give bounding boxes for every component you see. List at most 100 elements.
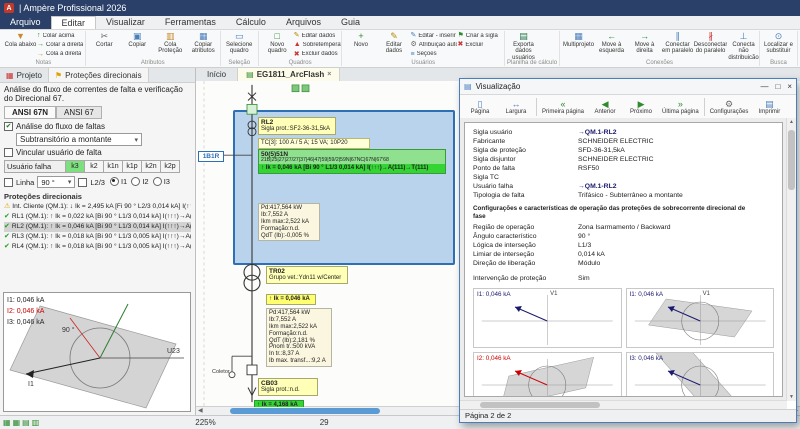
angle-select[interactable]: 90 ° [37,176,75,188]
viewer-horizontal-scrollbar[interactable] [460,400,787,409]
viewer-toolbar-button[interactable]: ◀ Anterior [587,98,623,116]
ribbon-tab[interactable]: Editar [51,16,97,29]
transformer-note-box[interactable]: TR02 Grupo vet.:Ydn11 w/Center [266,266,348,284]
ribbon-tab[interactable]: Cálculo [226,16,276,29]
ribbon-button[interactable]: ⚙ Atribuição automática [410,40,457,49]
fault-type-cell[interactable]: k2 [85,160,104,173]
ribbon-button[interactable]: ≡ Seções [410,50,457,59]
current-radio[interactable]: I2 [131,177,148,186]
ribbon-button[interactable]: ✎ Editar dados [377,31,410,59]
viewer-vertical-scrollbar[interactable]: ▲ ▼ [786,118,796,401]
ribbon-button[interactable]: □ Novo quadro [261,31,294,59]
ribbon-button[interactable]: ✎ Editar - inserir [410,31,457,40]
ribbon-button[interactable]: ∥ Conectar em paralelo [661,31,694,59]
viewer-toolbar-button[interactable]: ↔ Largura [498,98,534,116]
scrollbar-thumb[interactable] [788,130,795,190]
breaker-note-box[interactable]: CB03 Sigla prot.:n.d. [258,378,318,396]
close-button[interactable]: × [787,82,792,91]
protection-list-item[interactable]: ✔ RL3 (QM.1): ↑ Ik = 0,018 kA [Bi 90 ° L… [4,232,191,242]
ribbon-button[interactable]: ⚑ Criar a sigla [457,31,504,40]
panel-tab[interactable]: ▦ Projeto [0,68,48,82]
minimize-button[interactable]: — [760,82,768,91]
breaker-tag: CB03 [261,380,315,387]
protection-list-item[interactable]: ✔ RL1 (QM.1): ↑ Ik = 0,022 kA [Bi 90 ° L… [4,212,191,222]
fault-type-cell[interactable]: k2n [142,160,161,173]
ribbon-button[interactable]: ↑ Colar acima [37,31,84,40]
transformer-fault-current-box[interactable]: ↑ Ik = 0,046 kA [266,294,316,305]
flow-source-select[interactable]: Subtransitório a montante [16,133,142,146]
document-tab[interactable]: ▤ EG1811_ArcFlash × [238,68,340,81]
load-data-box[interactable]: Pd:417,564 kWIb:7,552 AIkm max:2,522 kAF… [258,203,320,241]
l23-checkbox[interactable] [78,178,87,187]
ribbon-button[interactable]: ▣ Copiar [121,31,154,59]
ribbon-tab[interactable]: Arquivo [0,16,51,29]
ct-note-box[interactable]: TC[3]: 100 A / 5 A; 15 VA; 10P20 [258,138,370,149]
ribbon-button[interactable]: + Novo [344,31,377,59]
ribbon-button[interactable]: ⊥ Conecta não distribuição [727,31,760,59]
ribbon-button[interactable]: ▦ Copiar atributos [187,31,220,59]
ribbon-button[interactable]: ▼ Cola abaixo [4,31,37,59]
ribbon-button[interactable]: ← Move à esquerda [595,31,628,59]
current-radio[interactable]: I1 [110,177,127,186]
ribbon-button[interactable]: ▲ Sobretemperatura [294,40,341,49]
scroll-down-icon[interactable]: ▼ [787,394,796,400]
viewer-toolbar-button[interactable]: » Última página [659,98,702,116]
panel-tab[interactable]: ⚑ Proteções direcionais [48,68,149,82]
scrollbar-thumb[interactable] [480,402,600,408]
ribbon-button[interactable]: ∦ Desconectar do paralelo [694,31,727,59]
ribbon-button[interactable]: ⊙ Localizar e substituir [762,31,795,59]
protection-list-item[interactable]: ⚠ Int. Cliente (QM.1): ↓ Ik = 2,495 kA [… [4,202,191,212]
fault-type-cell[interactable]: k1n [104,160,123,173]
viewer-toolbar-button[interactable]: ▶ Próximo [623,98,659,116]
ribbon-tab[interactable]: Arquivos [276,16,331,29]
panel-tab-icon: ⚑ [55,69,62,82]
ansi-tab[interactable]: ANSI 67 [56,106,102,119]
viewer-toolbar-button[interactable]: ⚙ Configurações [704,98,752,116]
relay-note-box[interactable]: RL2 Sigla prot.:SF2-36-31,5kA [258,117,336,135]
ribbon-button[interactable]: ✎ Editar dados [294,31,341,40]
ribbon-button[interactable]: → Cola à direita [37,50,84,59]
transformer-load-data-box[interactable]: Pd:417,564 kWIb:7,552 AIkm max:2,522 kAF… [266,308,332,367]
ansi-tab[interactable]: ANSI 67N [4,106,56,119]
viewer-titlebar[interactable]: ▤ Visualização — □ × [460,79,796,95]
fault-flow-checkbox[interactable]: Análise do fluxo de faltas [4,122,191,131]
link-fault-user-checkbox[interactable]: Vincular usuário de falta [4,148,191,157]
scroll-left-icon[interactable]: ◀ [198,407,203,415]
viewer-toolbar-button[interactable]: ▤ Imprimir [751,98,787,116]
breaker-fault-current-box[interactable]: ↑ Ik = 4,168 kA [254,400,304,407]
ribbon-button[interactable]: ✖ Excluir [457,40,504,49]
ribbon-button[interactable]: ▥ Cola Proteção [154,31,187,59]
document-tab[interactable]: Início [196,68,238,81]
ribbon-button[interactable]: → Move à direita [628,31,661,59]
ribbon-button[interactable]: ▭ Selecione quadro [223,31,256,59]
ribbon-tab[interactable]: Visualizar [96,16,155,29]
view-mode-icon[interactable]: ▦ [3,418,11,427]
ribbon-tab[interactable]: Guia [331,16,370,29]
tab-close-icon[interactable]: × [327,69,331,81]
ribbon-button[interactable]: ▦ Multiprojeto [562,31,595,59]
ribbon-button[interactable]: ▤ Exporta dados usuários [507,31,540,59]
line-checkbox[interactable] [4,178,13,187]
protection-list-item[interactable]: ✔ RL2 (QM.1): ↑ Ik = 0,046 kA [Bi 90 ° L… [4,222,191,232]
view-mode-icon[interactable]: ▤ [22,418,30,427]
scroll-up-icon[interactable]: ▲ [787,119,796,125]
ribbon-button[interactable]: ✂ Cortar [88,31,121,59]
scrollbar-thumb[interactable] [230,408,380,414]
maximize-button[interactable]: □ [775,82,780,91]
current-radio[interactable]: I3 [153,177,170,186]
ribbon-button[interactable]: ✖ Excluir dados [294,50,341,59]
fault-type-cell[interactable]: k2p [161,160,180,173]
view-mode-icon[interactable]: ▥ [32,418,40,427]
protection-list-item[interactable]: ✔ RL4 (QM.1): ↑ Ik = 0,018 kA [Bi 90 ° L… [4,242,191,252]
viewer-toolbar-button[interactable]: ▯ Página [462,98,498,116]
bus-label[interactable]: 1B1R [198,151,224,162]
ribbon-button[interactable]: → Colar à direita [37,40,84,49]
ribbon-button-label: Seções [417,51,437,57]
viewer-toolbar-button[interactable]: « Primeira página [536,98,587,116]
fault-type-cell[interactable]: k3 [66,160,85,173]
protection-functions-box[interactable]: 50(5)51N 21B|25|27|27/27|37|46|47|59|59/… [258,149,446,174]
view-mode-icon[interactable]: ▦ [13,418,21,427]
zoom-level[interactable]: 225% [195,418,215,427]
ribbon-tab[interactable]: Ferramentas [155,16,226,29]
fault-type-cell[interactable]: k1p [123,160,142,173]
